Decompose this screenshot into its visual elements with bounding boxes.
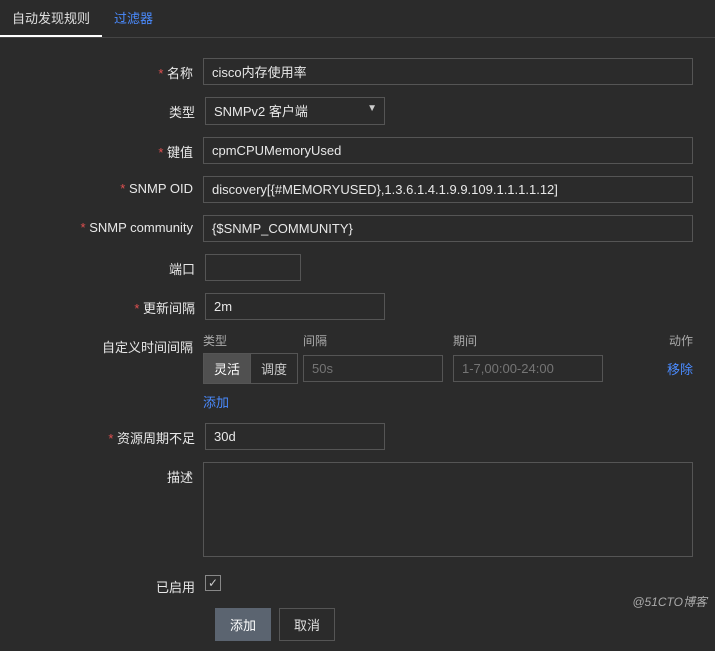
custom-intervals-block: 类型 间隔 期间 动作 灵活 调度 [203, 332, 693, 411]
interval-type-segment: 灵活 调度 [203, 353, 298, 384]
name-label: 名称 [10, 58, 203, 82]
update-interval-input[interactable] [205, 293, 385, 320]
oid-label: SNMP OID [10, 176, 203, 196]
community-label: SNMP community [10, 215, 203, 235]
intervals-head-type: 类型 [203, 332, 303, 349]
watermark-text: @51CTO博客 [632, 593, 707, 610]
key-input[interactable] [203, 137, 693, 164]
enabled-label: 已启用 [10, 572, 205, 596]
submit-button[interactable]: 添加 [215, 608, 271, 641]
interval-flex-button[interactable]: 灵活 [204, 354, 251, 383]
desc-label: 描述 [10, 462, 203, 486]
interval-sched-button[interactable]: 调度 [251, 354, 297, 383]
interval-add-link[interactable]: 添加 [203, 395, 229, 410]
snmp-oid-input[interactable] [203, 176, 693, 203]
type-label: 类型 [10, 97, 205, 121]
enabled-checkbox[interactable] [205, 575, 221, 591]
snmp-community-input[interactable] [203, 215, 693, 242]
tabs-bar: 自动发现规则 过滤器 [0, 0, 715, 38]
lost-resources-input[interactable] [205, 423, 385, 450]
description-textarea[interactable] [203, 462, 693, 557]
intervals-head-period: 期间 [453, 332, 613, 349]
interval-value-input[interactable] [303, 355, 443, 382]
key-label: 键值 [10, 137, 203, 161]
type-select[interactable]: SNMPv2 客户端 [205, 97, 385, 125]
form-actions: 添加 取消 [215, 608, 705, 641]
cancel-button[interactable]: 取消 [279, 608, 335, 641]
port-label: 端口 [10, 254, 205, 278]
interval-remove-link[interactable]: 移除 [667, 362, 693, 377]
discovery-form: 名称 类型 SNMPv2 客户端 键值 SNMP OID SNMP commun… [0, 38, 715, 651]
intervals-head-action: 动作 [613, 332, 693, 349]
custom-intervals-label: 自定义时间间隔 [10, 332, 203, 356]
tab-filters[interactable]: 过滤器 [102, 0, 165, 37]
port-input[interactable] [205, 254, 301, 281]
interval-period-input[interactable] [453, 355, 603, 382]
tab-discovery-rules[interactable]: 自动发现规则 [0, 0, 102, 37]
name-input[interactable] [203, 58, 693, 85]
lost-label: 资源周期不足 [10, 423, 205, 447]
intervals-head-interval: 间隔 [303, 332, 453, 349]
interval-label: 更新间隔 [10, 293, 205, 317]
